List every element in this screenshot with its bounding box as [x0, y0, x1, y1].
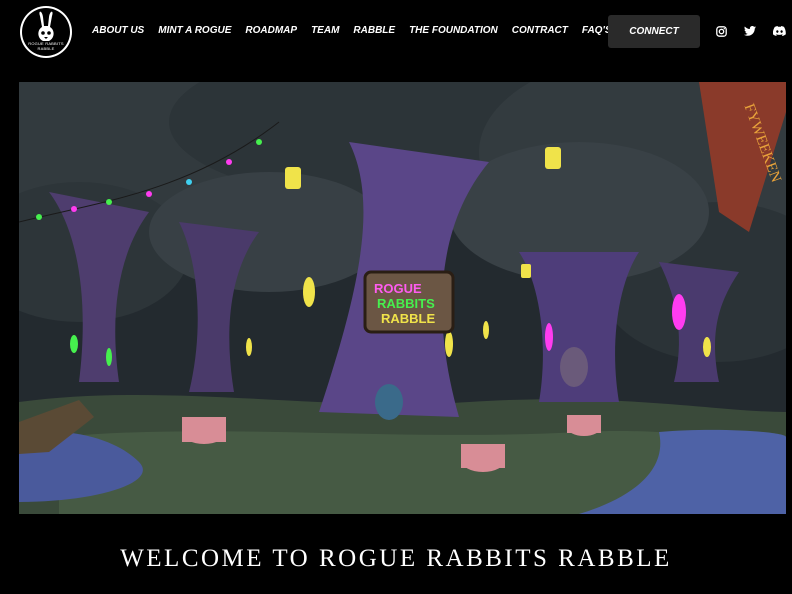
discord-icon[interactable] [772, 24, 786, 38]
sign-line-3: RABBLE [381, 311, 435, 326]
welcome-title: WELCOME TO ROGUE RABBITS RABBLE [120, 545, 672, 572]
nav-item-mint-a-rogue[interactable]: MINT A ROGUE [158, 25, 231, 36]
main-nav: ABOUT US MINT A ROGUE ROADMAP TEAM RABBL… [92, 25, 626, 36]
sign-line-2: RABBITS [377, 296, 435, 311]
connect-button[interactable]: CONNECT [608, 15, 700, 48]
logo-text: ROGUE RABBITS RABBLE [28, 41, 64, 51]
nav-item-team[interactable]: TEAM [311, 25, 339, 36]
nav-item-about-us[interactable]: ABOUT US [92, 25, 144, 36]
site-logo[interactable]: ROGUE RABBITS RABBLE [20, 6, 72, 58]
nav-item-roadmap[interactable]: ROADMAP [245, 25, 297, 36]
nav-item-the-foundation[interactable]: THE FOUNDATION [409, 25, 498, 36]
logo-badge: ROGUE RABBITS RABBLE [22, 8, 70, 56]
sign-line-1: ROGUE [374, 281, 422, 296]
twitter-icon[interactable] [743, 24, 757, 38]
hero-illustration: FYWEEKEN ROGUE RABBITS RABBLE [19, 82, 786, 514]
nav-item-contract[interactable]: CONTRACT [512, 25, 568, 36]
instagram-icon[interactable] [714, 24, 728, 38]
nav-item-rabble[interactable]: RABBLE [353, 25, 395, 36]
forest-scene: FYWEEKEN ROGUE RABBITS RABBLE [19, 82, 786, 514]
